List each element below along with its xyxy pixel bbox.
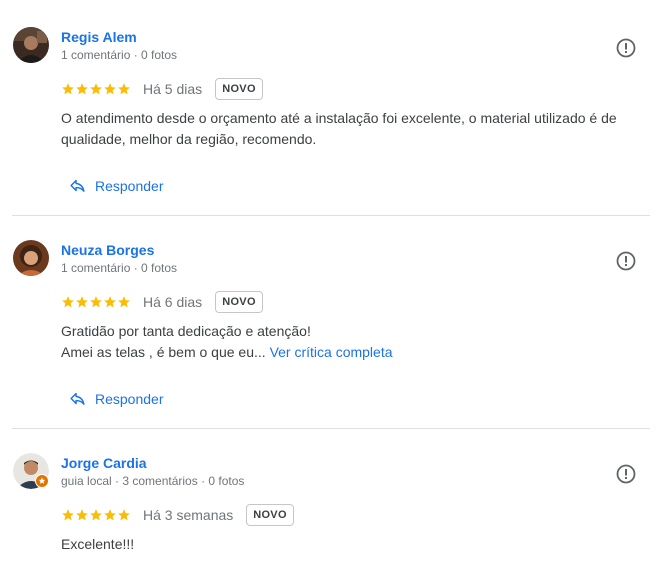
report-flag-icon[interactable] [615, 250, 637, 272]
star-icon [118, 83, 130, 95]
star-icon [76, 83, 88, 95]
review-text: Gratidão por tanta dedicação e atenção! … [61, 321, 651, 363]
read-more-link[interactable]: Ver crítica completa [270, 344, 393, 360]
star-icon [62, 83, 74, 95]
review-date: Há 3 semanas [143, 507, 234, 523]
review-text-line: O atendimento desde o orçamento até a in… [61, 110, 617, 126]
new-badge: NOVO [215, 291, 263, 313]
reply-arrow-icon [70, 392, 85, 405]
report-flag-icon[interactable] [615, 463, 637, 485]
review-date: Há 5 dias [143, 81, 203, 97]
star-icon [76, 296, 88, 308]
reply-label: Responder [95, 177, 164, 194]
avatar[interactable] [13, 240, 49, 276]
avatar[interactable] [13, 27, 49, 63]
reviewer-name[interactable]: Regis Alem [61, 29, 137, 45]
person-photo-icon [13, 27, 49, 63]
reply-label: Responder [95, 390, 164, 407]
new-badge: NOVO [215, 78, 263, 100]
star-rating [61, 508, 131, 522]
star-icon [118, 509, 130, 521]
review-text-line: Excelente!!! [61, 536, 135, 552]
review-text-line-with-more: Amei as telas , é bem o que eu... Ver cr… [61, 342, 651, 363]
reviewer-meta: 1 comentário · 0 fotos [61, 261, 178, 275]
reply-button[interactable]: Responder [69, 177, 164, 194]
star-icon [90, 83, 102, 95]
person-photo-icon [13, 240, 49, 276]
star-icon [104, 83, 116, 95]
star-icon [62, 509, 74, 521]
star-icon [90, 509, 102, 521]
reply-arrow-icon [70, 179, 85, 192]
reviewer-meta: 1 comentário · 0 fotos [61, 48, 178, 62]
report-flag-icon[interactable] [615, 37, 637, 59]
local-guide-badge-icon [35, 474, 49, 488]
reviewer-name[interactable]: Jorge Cardia [61, 455, 147, 471]
review-text-snippet: Amei as telas , é bem o que eu... [61, 344, 266, 360]
star-icon [90, 296, 102, 308]
star-icon [104, 509, 116, 521]
star-icon [104, 296, 116, 308]
new-badge: NOVO [246, 504, 294, 526]
review-text-line: qualidade, melhor da região, recomendo. [61, 131, 317, 147]
divider [12, 215, 650, 216]
reviewer-meta: guia local · 3 comentários · 0 fotos [61, 474, 245, 488]
review-text-line: Gratidão por tanta dedicação e atenção! [61, 323, 311, 339]
review-text: Excelente!!! [61, 534, 651, 555]
star-icon [76, 509, 88, 521]
star-icon [118, 296, 130, 308]
reviewer-name[interactable]: Neuza Borges [61, 242, 154, 258]
reply-button[interactable]: Responder [69, 390, 164, 407]
avatar[interactable] [13, 453, 49, 489]
star-rating [61, 82, 131, 96]
star-rating [61, 295, 131, 309]
review-date: Há 6 dias [143, 294, 203, 310]
review-text: O atendimento desde o orçamento até a in… [61, 108, 651, 150]
divider [12, 428, 650, 429]
star-icon [62, 296, 74, 308]
